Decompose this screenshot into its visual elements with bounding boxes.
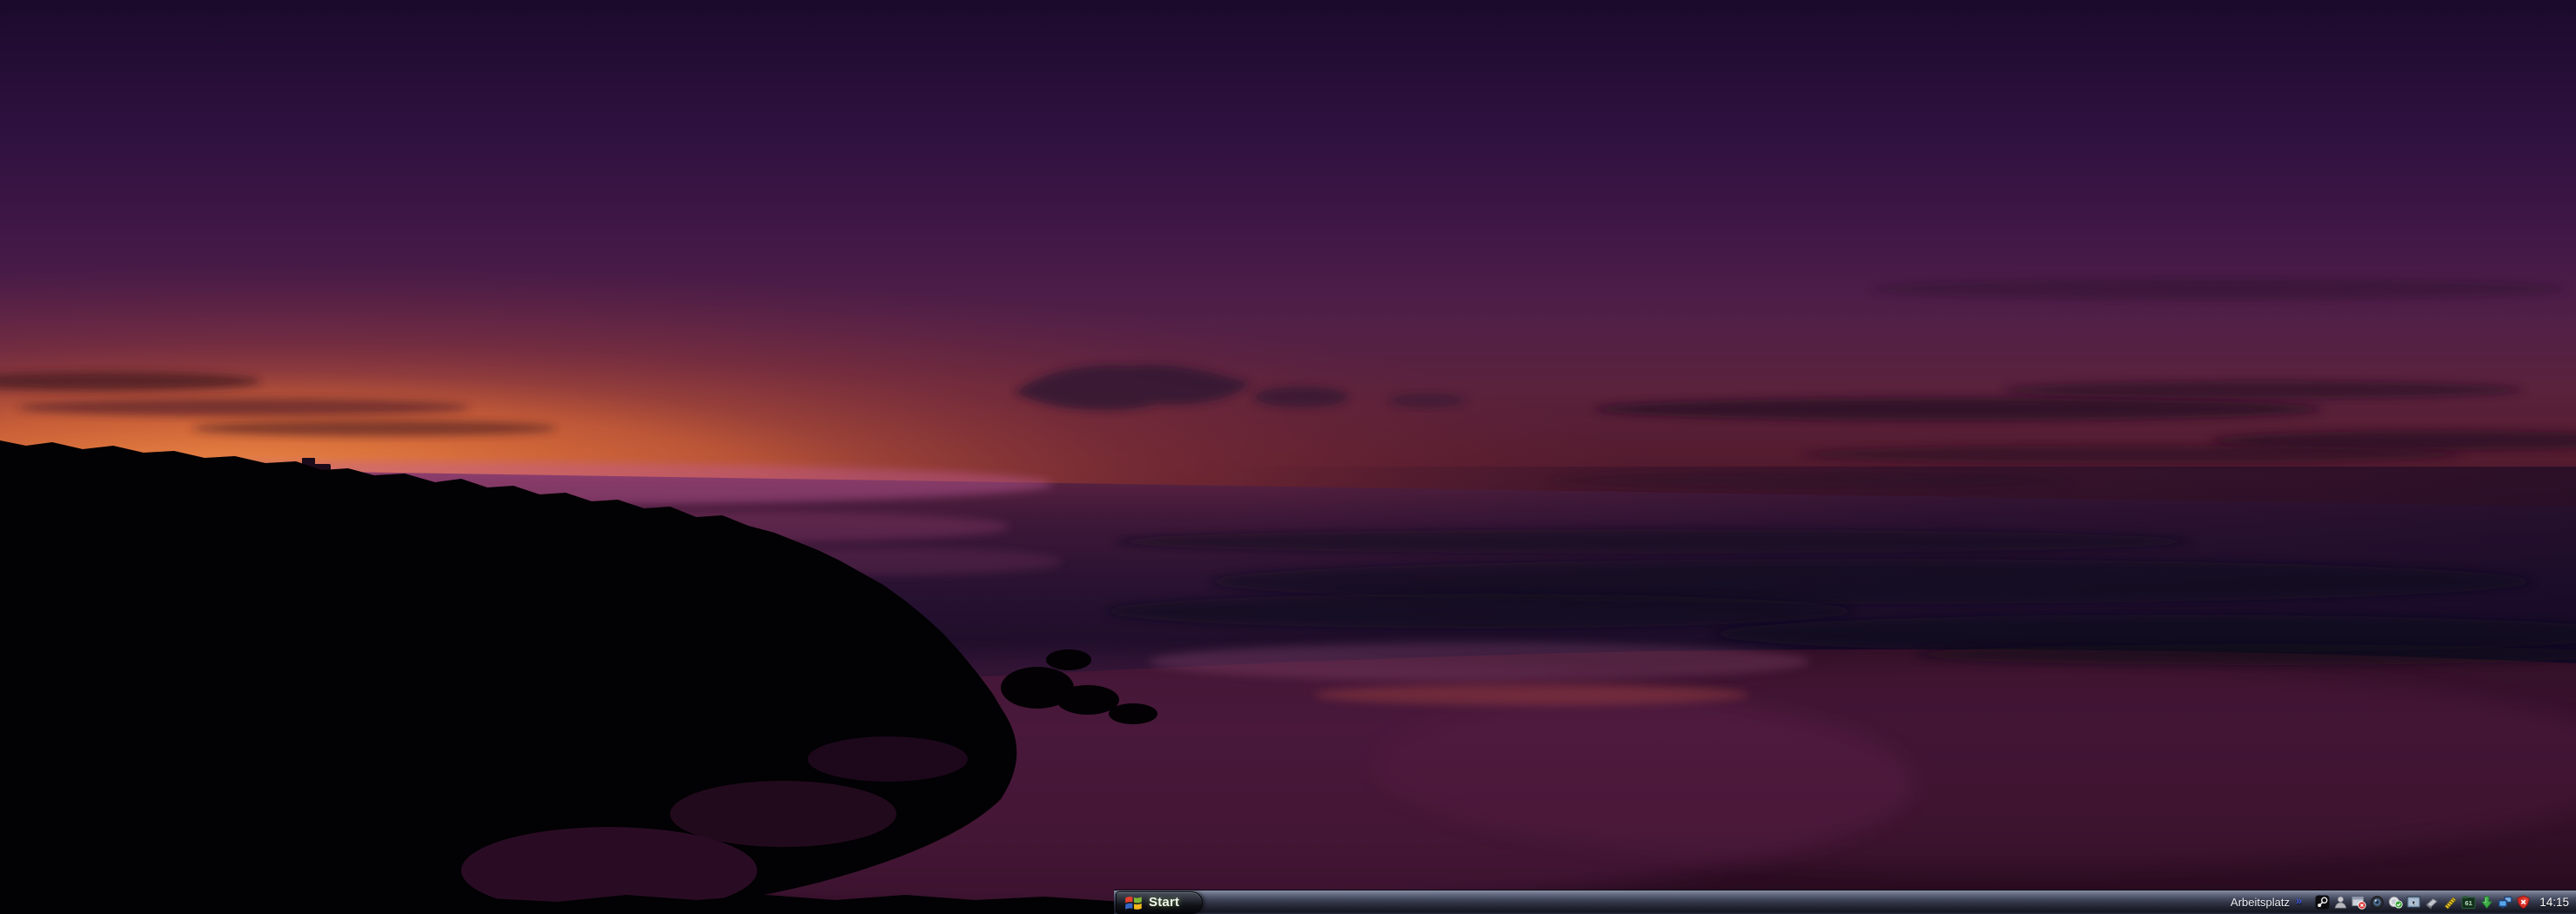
- steam-icon[interactable]: [2315, 895, 2330, 910]
- camera-icon[interactable]: [2370, 895, 2385, 910]
- wallpaper-image: [0, 0, 2576, 914]
- taskbar-empty-area: [1203, 890, 2231, 914]
- taskbar-clock[interactable]: 14:15: [2539, 896, 2569, 909]
- taskbar: Start Arbeitsplatz »: [1114, 890, 2576, 914]
- security-alert-icon[interactable]: [2516, 895, 2531, 910]
- desktop-toolbar[interactable]: Arbeitsplatz »: [2231, 896, 2301, 909]
- download-icon[interactable]: [2479, 895, 2494, 910]
- start-button[interactable]: Start: [1116, 891, 1203, 914]
- system-tray: 61: [2315, 895, 2531, 910]
- certificate-check-icon[interactable]: [2388, 895, 2403, 910]
- start-button-label: Start: [1149, 895, 1179, 910]
- user-status-icon[interactable]: [2333, 895, 2348, 910]
- desktop[interactable]: Start Arbeitsplatz »: [0, 0, 2576, 914]
- eraser-icon[interactable]: [2425, 895, 2439, 910]
- gpu-temp-icon[interactable]: 61: [2461, 895, 2476, 910]
- windows-logo-icon: [1124, 895, 1143, 911]
- toolbar-overflow-chevron[interactable]: »: [2296, 894, 2301, 907]
- gpu-temp-value: 61: [2465, 899, 2472, 907]
- folding-ruler-icon[interactable]: [2443, 895, 2458, 910]
- window-error-icon[interactable]: [2351, 895, 2366, 910]
- remote-desktop-icon[interactable]: [2406, 895, 2421, 910]
- toolbar-label: Arbeitsplatz: [2231, 896, 2290, 909]
- network-monitors-icon[interactable]: [2498, 895, 2512, 910]
